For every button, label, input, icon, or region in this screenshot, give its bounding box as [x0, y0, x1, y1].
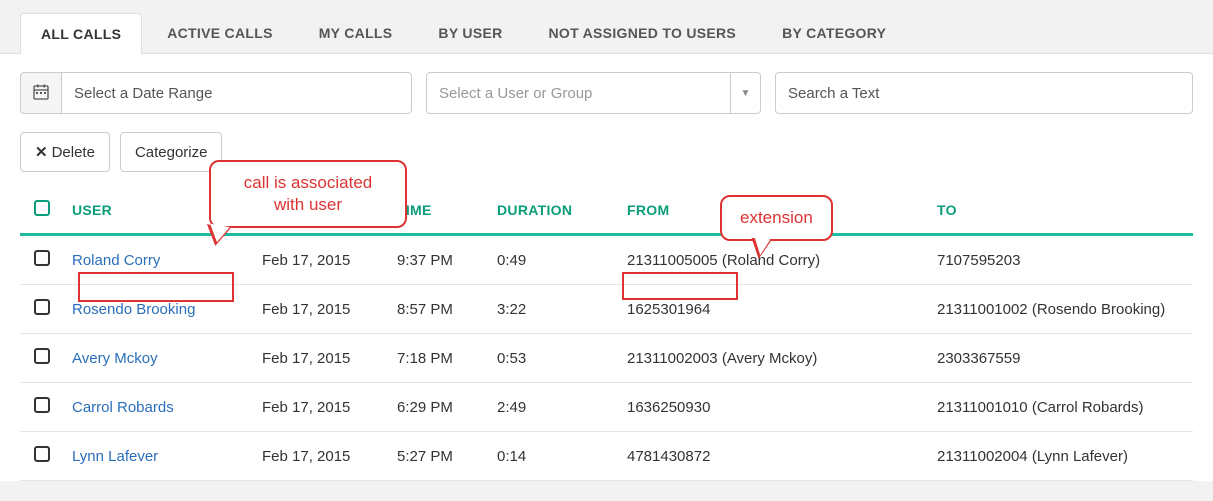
cell-date: Feb 17, 2015	[254, 334, 389, 383]
row-checkbox[interactable]	[34, 250, 50, 266]
annotation-extension: extension	[720, 195, 833, 241]
cell-time: 6:29 PM	[389, 383, 489, 432]
table-row: Carrol Robards Feb 17, 2015 6:29 PM 2:49…	[20, 383, 1193, 432]
tab-active-calls[interactable]: ACTIVE CALLS	[146, 12, 294, 53]
cell-duration: 0:49	[489, 235, 619, 285]
tab-by-user[interactable]: BY USER	[417, 12, 523, 53]
table-row: Rosendo Brooking Feb 17, 2015 8:57 PM 3:…	[20, 285, 1193, 334]
user-link[interactable]: Carrol Robards	[72, 399, 174, 416]
delete-label: Delete	[52, 144, 95, 161]
table-row: Roland Corry Feb 17, 2015 9:37 PM 0:49 2…	[20, 235, 1193, 285]
cell-date: Feb 17, 2015	[254, 383, 389, 432]
row-checkbox[interactable]	[34, 348, 50, 364]
cell-to: 21311001010 (Carrol Robards)	[929, 383, 1193, 432]
action-toolbar: ✕ Delete Categorize	[20, 132, 1193, 172]
cell-time: 9:37 PM	[389, 235, 489, 285]
content-area: Select a User or Group ▼ ✕ Delete Catego…	[0, 54, 1213, 481]
cell-to: 21311001002 (Rosendo Brooking)	[929, 285, 1193, 334]
cell-time: 7:18 PM	[389, 334, 489, 383]
categorize-button[interactable]: Categorize	[120, 132, 223, 172]
date-range-input[interactable]	[62, 72, 412, 114]
cell-duration: 2:49	[489, 383, 619, 432]
select-all-checkbox[interactable]	[34, 200, 50, 216]
cell-to: 21311002004 (Lynn Lafever)	[929, 432, 1193, 481]
cell-date: Feb 17, 2015	[254, 235, 389, 285]
user-link[interactable]: Avery Mckoy	[72, 350, 158, 367]
tab-all-calls[interactable]: ALL CALLS	[20, 13, 142, 54]
tab-by-category[interactable]: BY CATEGORY	[761, 12, 907, 53]
user-group-caret[interactable]: ▼	[731, 72, 761, 114]
header-to[interactable]: TO	[929, 188, 1193, 235]
filter-toolbar: Select a User or Group ▼	[20, 72, 1193, 114]
categorize-label: Categorize	[135, 144, 208, 161]
tabs-bar: ALL CALLS ACTIVE CALLS MY CALLS BY USER …	[0, 0, 1213, 54]
cell-from: 21311005005 (Roland Corry)	[619, 235, 929, 285]
annotation-call-associated: call is associated with user	[209, 160, 407, 228]
row-checkbox[interactable]	[34, 446, 50, 462]
row-checkbox[interactable]	[34, 397, 50, 413]
user-link[interactable]: Rosendo Brooking	[72, 301, 195, 318]
cell-from: 1625301964	[619, 285, 929, 334]
user-link[interactable]: Roland Corry	[72, 252, 160, 269]
table-row: Lynn Lafever Feb 17, 2015 5:27 PM 0:14 4…	[20, 432, 1193, 481]
calls-table: USER DATE TIME DURATION FROM TO Roland C…	[20, 188, 1193, 481]
user-group-value: Select a User or Group	[426, 72, 731, 114]
cell-time: 8:57 PM	[389, 285, 489, 334]
tab-my-calls[interactable]: MY CALLS	[298, 12, 414, 53]
table-row: Avery Mckoy Feb 17, 2015 7:18 PM 0:53 21…	[20, 334, 1193, 383]
cell-from: 1636250930	[619, 383, 929, 432]
cell-time: 5:27 PM	[389, 432, 489, 481]
cell-date: Feb 17, 2015	[254, 432, 389, 481]
cell-date: Feb 17, 2015	[254, 285, 389, 334]
calls-table-body: Roland Corry Feb 17, 2015 9:37 PM 0:49 2…	[20, 235, 1193, 481]
cell-from: 21311002003 (Avery Mckoy)	[619, 334, 929, 383]
cell-duration: 3:22	[489, 285, 619, 334]
chevron-down-icon: ▼	[741, 88, 751, 99]
tab-not-assigned[interactable]: NOT ASSIGNED TO USERS	[528, 12, 758, 53]
cell-to: 7107595203	[929, 235, 1193, 285]
user-link[interactable]: Lynn Lafever	[72, 448, 158, 465]
cell-to: 2303367559	[929, 334, 1193, 383]
cell-from: 4781430872	[619, 432, 929, 481]
header-checkbox-cell	[20, 188, 64, 235]
header-duration[interactable]: DURATION	[489, 188, 619, 235]
search-input[interactable]	[775, 72, 1193, 114]
delete-button[interactable]: ✕ Delete	[20, 132, 110, 172]
calendar-button[interactable]	[20, 72, 62, 114]
cell-duration: 0:14	[489, 432, 619, 481]
close-icon: ✕	[35, 143, 48, 161]
calendar-icon	[33, 84, 49, 103]
calls-page: ALL CALLS ACTIVE CALLS MY CALLS BY USER …	[0, 0, 1213, 491]
cell-duration: 0:53	[489, 334, 619, 383]
user-group-select[interactable]: Select a User or Group ▼	[426, 72, 761, 114]
row-checkbox[interactable]	[34, 299, 50, 315]
